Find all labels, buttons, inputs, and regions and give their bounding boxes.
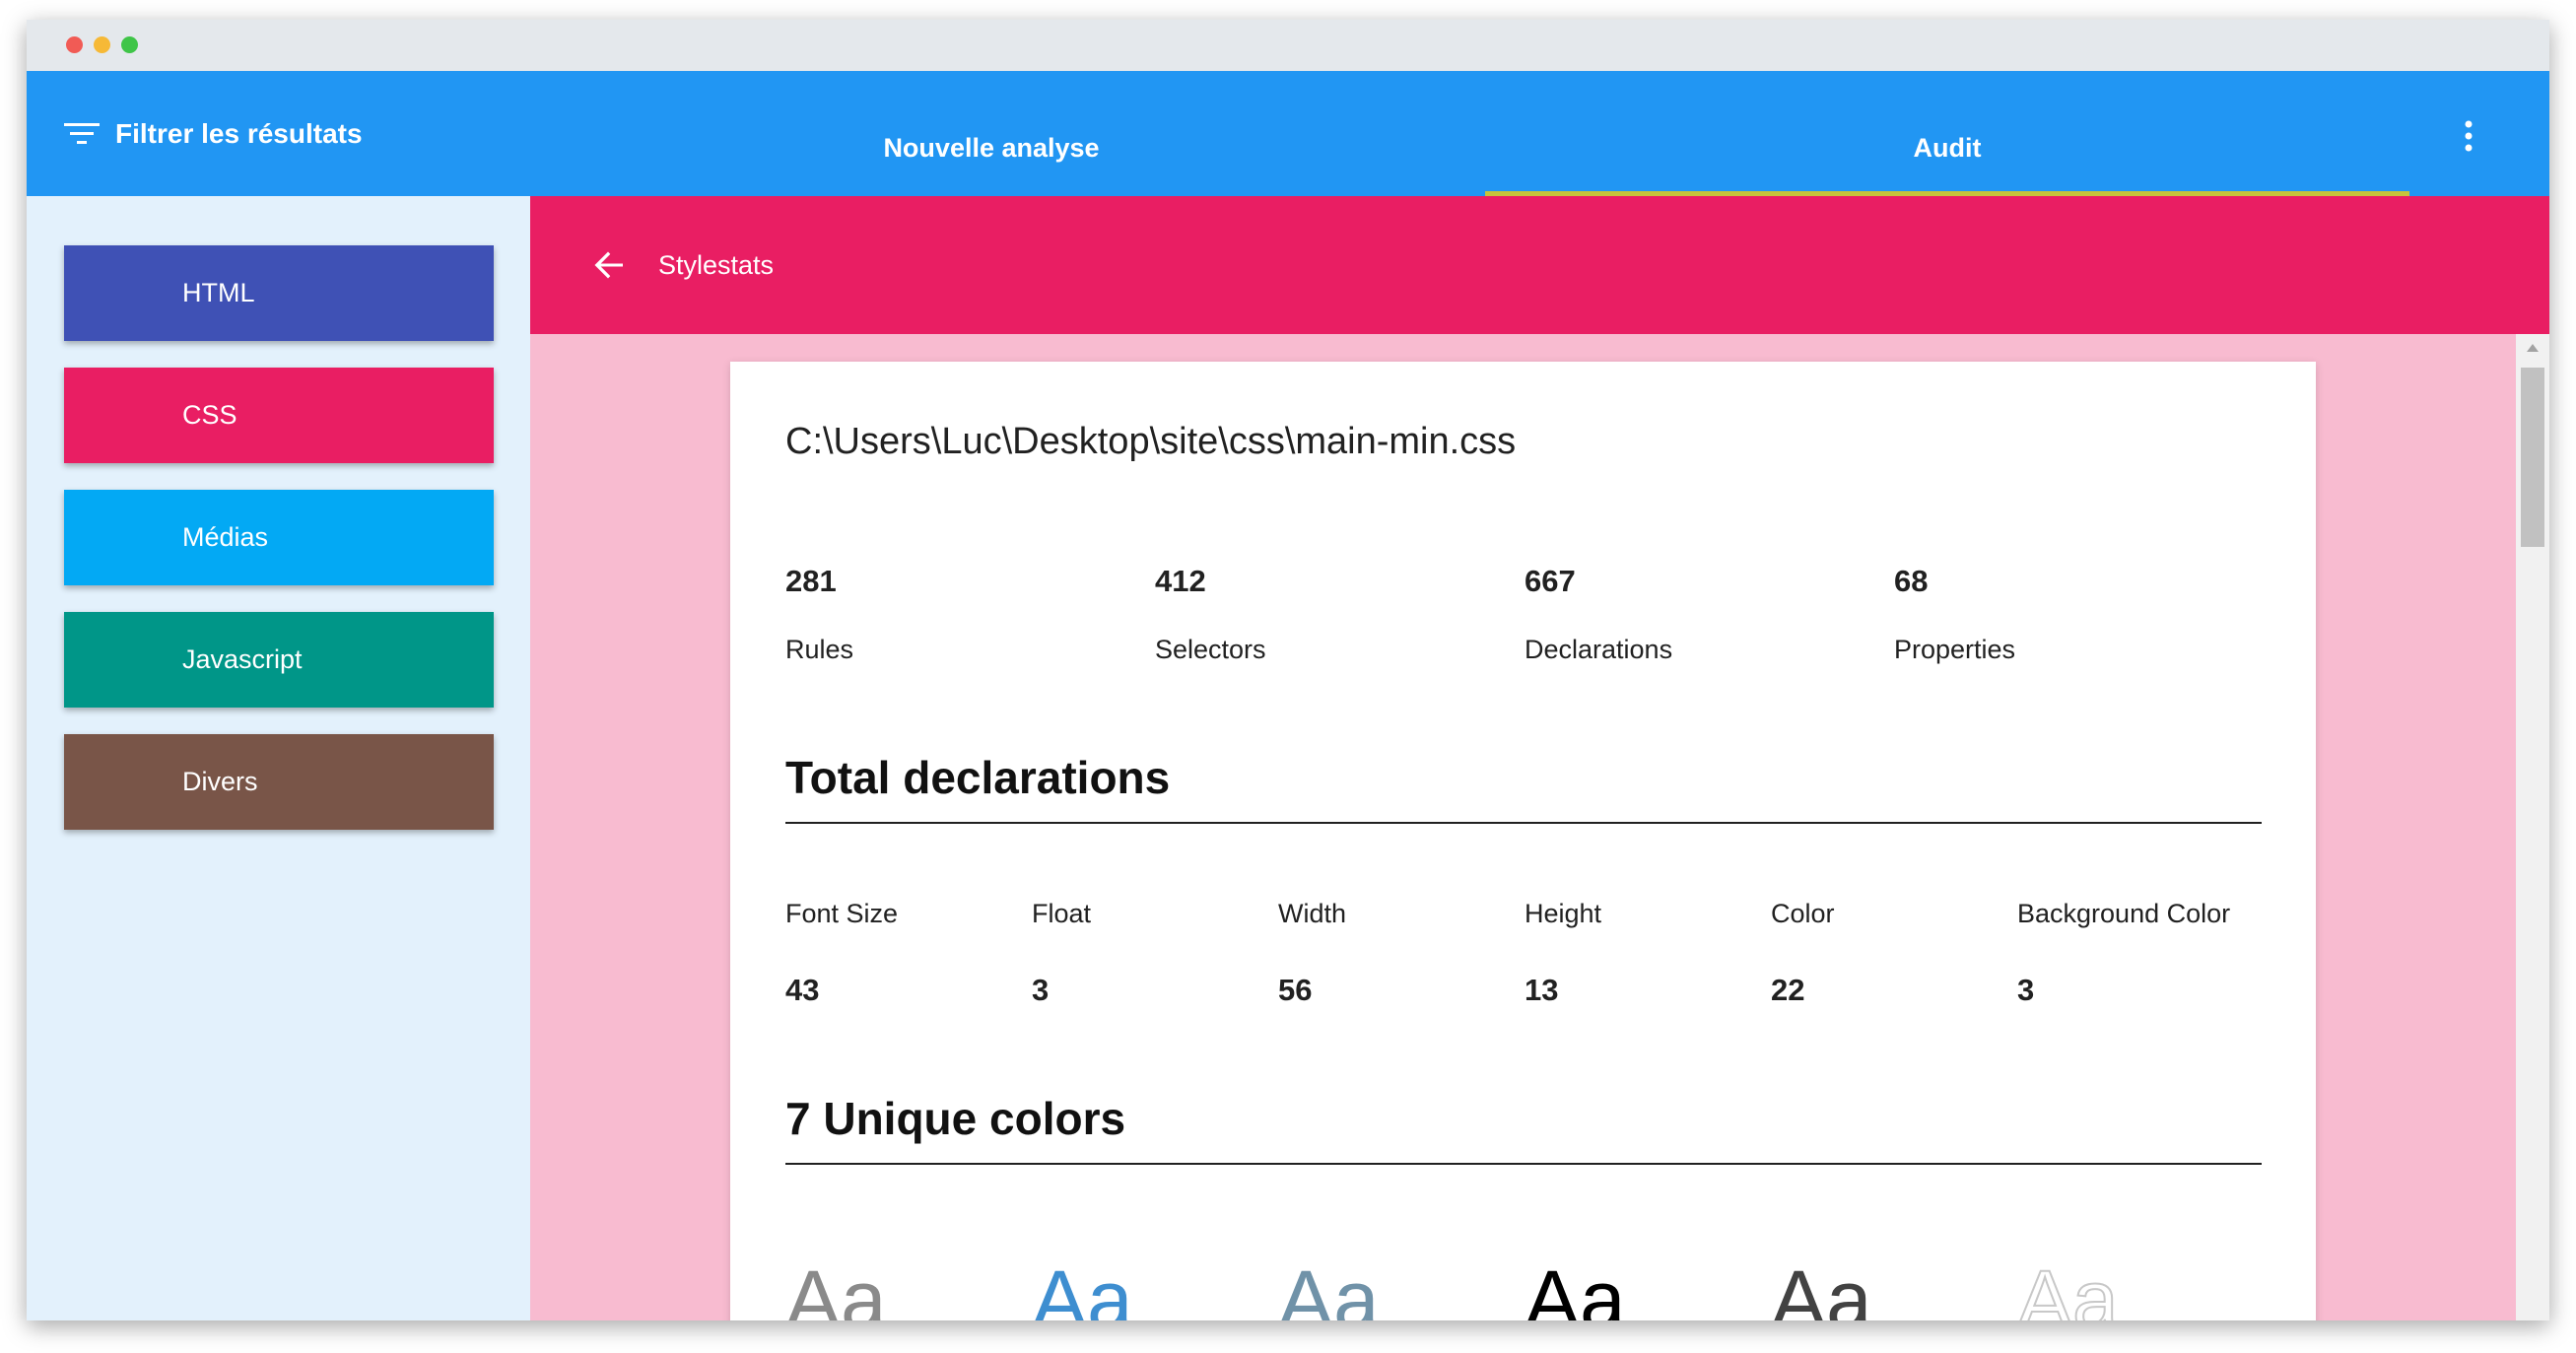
declaration-label: Background Color [2017, 899, 2231, 928]
minimize-window-button[interactable] [94, 36, 110, 53]
sidebar-item-divers[interactable]: Divers [64, 734, 494, 830]
stat-label: Rules [785, 635, 854, 664]
sidebar-item-label: CSS [182, 400, 237, 430]
scrollbar[interactable] [2516, 334, 2549, 1320]
declaration-label: Float [1032, 899, 1092, 928]
declaration-label: Font Size [785, 899, 899, 928]
filter-label: Filtrer les résultats [115, 118, 363, 149]
color-swatch: Aa [1525, 1253, 1626, 1320]
color-swatch: Aa [1278, 1253, 1380, 1320]
title-bar [27, 20, 2549, 71]
app-bar: Filtrer les résultats Nouvelle analyse A… [27, 71, 2549, 196]
section-divider [785, 822, 2262, 824]
filter-button[interactable]: Filtrer les résultats [62, 114, 363, 154]
declaration-value: 43 [785, 973, 820, 1007]
sidebar-item-label: Divers [182, 767, 258, 796]
stat-label: Declarations [1525, 635, 1673, 664]
stat-value: 68 [1894, 564, 1929, 598]
tab-audit[interactable]: Audit [1485, 71, 2409, 196]
report-card: C:\Users\Luc\Desktop\site\css\main-min.c… [730, 362, 2316, 1320]
stat-label: Selectors [1155, 635, 1266, 664]
toolbar-title: Stylestats [658, 249, 775, 280]
color-swatch: Aa [1771, 1253, 1872, 1320]
stat-label: Properties [1894, 635, 2016, 664]
color-swatch: Aa [785, 1253, 887, 1320]
section-divider [785, 1163, 2262, 1165]
declaration-value: 56 [1278, 973, 1313, 1007]
sidebar-item-label: HTML [182, 278, 255, 307]
stat-value: 412 [1155, 564, 1206, 598]
scrollbar-thumb[interactable] [2521, 368, 2544, 547]
scroll-up-arrow-icon[interactable] [2527, 344, 2539, 352]
filter-list-icon [62, 120, 102, 148]
sidebar-item-html[interactable]: HTML [64, 245, 494, 341]
declaration-label: Color [1771, 899, 1835, 928]
sidebar-item-label: Javascript [182, 644, 303, 674]
maximize-window-button[interactable] [121, 36, 138, 53]
tab-nouvelle-analyse[interactable]: Nouvelle analyse [529, 71, 1454, 196]
declaration-value: 3 [2017, 973, 2035, 1007]
color-swatch: Aa [1032, 1253, 1133, 1320]
section-toolbar: Stylestats [530, 196, 2549, 334]
stat-value: 667 [1525, 564, 1576, 598]
more-vert-icon[interactable] [2457, 118, 2480, 154]
stat-value: 281 [785, 564, 837, 598]
app-window: Filtrer les résultats Nouvelle analyse A… [27, 20, 2549, 1320]
section-title-total-declarations: Total declarations [785, 752, 1171, 803]
color-swatch: Aa [2016, 1253, 2120, 1320]
close-window-button[interactable] [66, 36, 83, 53]
sidebar-item-css[interactable]: CSS [64, 368, 494, 463]
declaration-value: 13 [1525, 973, 1559, 1007]
sidebar: HTML CSS Médias Javascript Divers [27, 196, 530, 1320]
sidebar-item-label: Médias [182, 522, 269, 552]
section-title-unique-colors: 7 Unique colors [785, 1093, 1126, 1144]
tab-label: Audit [1913, 133, 1982, 163]
declaration-value: 22 [1771, 973, 1805, 1007]
tab-label: Nouvelle analyse [883, 133, 1100, 163]
declaration-label: Height [1525, 899, 1602, 928]
declaration-label: Width [1278, 899, 1347, 928]
arrow-back-icon[interactable] [591, 247, 627, 283]
main-content: Stylestats C:\Users\Luc\Desktop\site\css… [530, 196, 2549, 1320]
file-path: C:\Users\Luc\Desktop\site\css\main-min.c… [785, 421, 1517, 462]
sidebar-item-medias[interactable]: Médias [64, 490, 494, 585]
declaration-value: 3 [1032, 973, 1050, 1007]
sidebar-item-javascript[interactable]: Javascript [64, 612, 494, 708]
